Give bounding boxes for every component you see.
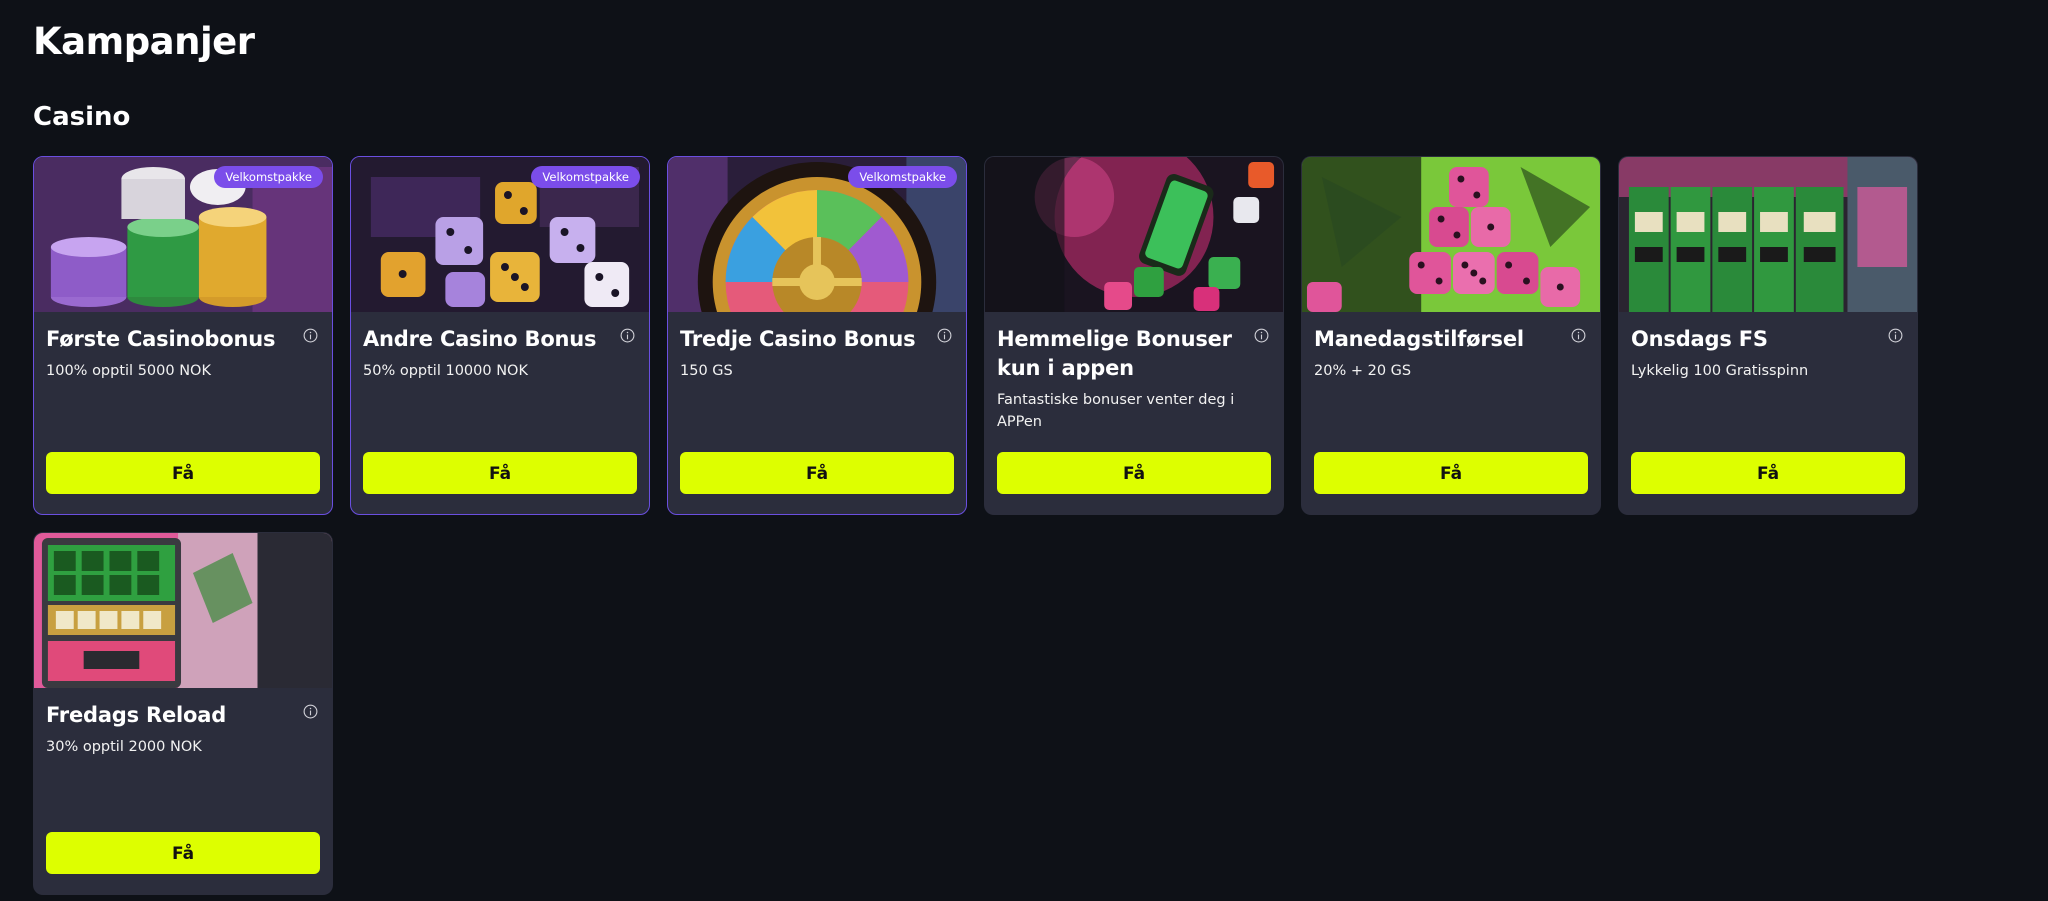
welcome-package-badge: Velkomstpakke xyxy=(214,166,323,188)
get-bonus-button[interactable]: Få xyxy=(997,452,1271,494)
slot-machine-graffiti-image xyxy=(34,533,332,688)
section-title-casino: Casino xyxy=(33,102,131,132)
card-description: 50% opptil 10000 NOK xyxy=(363,363,528,379)
info-icon[interactable] xyxy=(937,328,952,343)
dice-image: Velkomstpakke xyxy=(351,157,649,312)
card-title: Manedagstilførsel xyxy=(1314,327,1524,351)
card-title: Første Casinobonus xyxy=(46,327,276,351)
card-description: Fantastiske bonuser venter deg i APPen xyxy=(997,392,1235,430)
card-title: Onsdags FS xyxy=(1631,327,1768,351)
card-description: 20% + 20 GS xyxy=(1314,363,1412,379)
promotions-page: Kampanjer Casino Velkomstpakke Første Ca… xyxy=(0,0,2048,901)
promotion-card-secret-app-bonuses[interactable]: Hemmelige Bonuser kun i appen Fantastisk… xyxy=(984,156,1284,515)
card-description: 100% opptil 5000 NOK xyxy=(46,363,211,379)
phone-dice-image xyxy=(985,157,1283,312)
welcome-package-badge: Velkomstpakke xyxy=(848,166,957,188)
card-title: Andre Casino Bonus xyxy=(363,327,597,351)
roulette-wheel-image: Velkomstpakke xyxy=(668,157,966,312)
promotion-card-second-casino-bonus[interactable]: Velkomstpakke Andre Casino Bonus 50% opp… xyxy=(350,156,650,515)
info-icon[interactable] xyxy=(620,328,635,343)
promotion-card-friday-reload[interactable]: Fredags Reload 30% opptil 2000 NOK Få xyxy=(33,532,333,895)
casino-chips-image: Velkomstpakke xyxy=(34,157,332,312)
card-title: Fredags Reload xyxy=(46,703,227,727)
info-icon[interactable] xyxy=(303,704,318,719)
promotion-card-first-casino-bonus[interactable]: Velkomstpakke Første Casinobonus 100% op… xyxy=(33,156,333,515)
info-icon[interactable] xyxy=(1254,328,1269,343)
page-title: Kampanjer xyxy=(33,20,255,63)
get-bonus-button[interactable]: Få xyxy=(1314,452,1588,494)
info-icon[interactable] xyxy=(303,328,318,343)
info-icon[interactable] xyxy=(1571,328,1586,343)
pink-dice-image xyxy=(1302,157,1600,312)
card-description: 150 GS xyxy=(680,363,733,379)
card-title: Hemmelige Bonuser kun i appen xyxy=(997,327,1232,380)
welcome-package-badge: Velkomstpakke xyxy=(531,166,640,188)
promotion-card-monday-top-up[interactable]: Manedagstilførsel 20% + 20 GS Få xyxy=(1301,156,1601,515)
get-bonus-button[interactable]: Få xyxy=(46,832,320,874)
get-bonus-button[interactable]: Få xyxy=(46,452,320,494)
slot-machines-image xyxy=(1619,157,1917,312)
get-bonus-button[interactable]: Få xyxy=(680,452,954,494)
promotion-card-wednesday-free-spins[interactable]: Onsdags FS Lykkelig 100 Gratisspinn Få xyxy=(1618,156,1918,515)
get-bonus-button[interactable]: Få xyxy=(363,452,637,494)
promotion-grid: Velkomstpakke Første Casinobonus 100% op… xyxy=(33,156,1933,895)
promotion-card-third-casino-bonus[interactable]: Velkomstpakke Tredje Casino Bonus 150 GS… xyxy=(667,156,967,515)
card-title: Tredje Casino Bonus xyxy=(680,327,916,351)
card-description: 30% opptil 2000 NOK xyxy=(46,739,202,755)
info-icon[interactable] xyxy=(1888,328,1903,343)
card-description: Lykkelig 100 Gratisspinn xyxy=(1631,363,1809,379)
get-bonus-button[interactable]: Få xyxy=(1631,452,1905,494)
